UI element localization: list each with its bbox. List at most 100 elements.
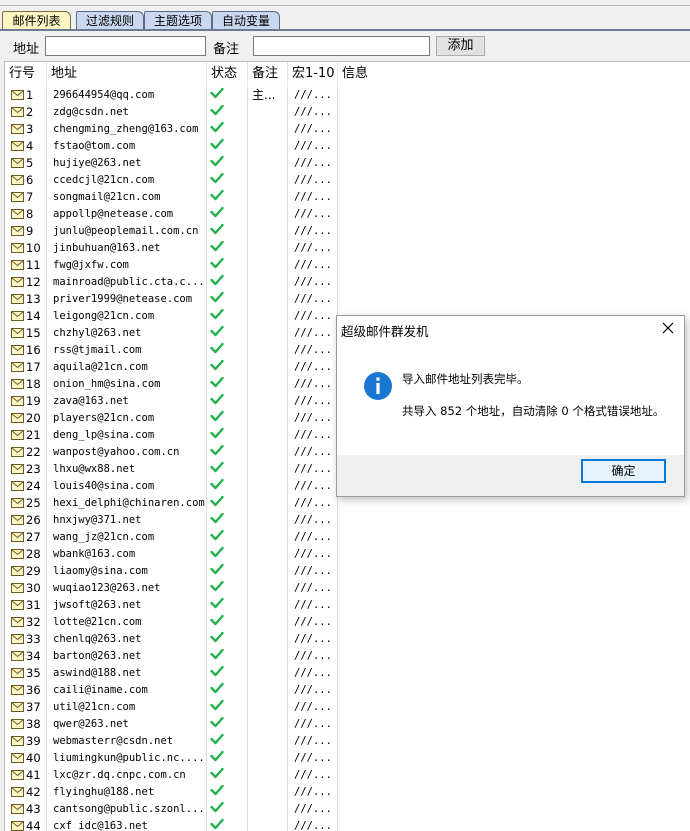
table-row[interactable]: 37util@21cn.com///...	[5, 699, 690, 716]
ok-button[interactable]: 确定	[581, 459, 666, 483]
table-row[interactable]: 25hexi_delphi@chinaren.com///...	[5, 495, 690, 512]
check-icon	[210, 581, 224, 595]
col-header-info[interactable]: 信息	[338, 62, 458, 86]
status-cell	[207, 801, 248, 818]
address-label: 地址	[13, 38, 39, 57]
envelope-icon	[11, 734, 24, 751]
col-header-no[interactable]: 行号	[5, 62, 47, 86]
row-number: 16	[26, 343, 41, 357]
table-row[interactable]: 9junlu@peoplemail.com.cn///...	[5, 223, 690, 240]
col-header-status[interactable]: 状态	[207, 62, 248, 86]
check-icon	[210, 156, 224, 170]
row-number-cell: 3	[5, 121, 47, 138]
table-row[interactable]: 32lotte@21cn.com///...	[5, 614, 690, 631]
table-row[interactable]: 11fwg@jxfw.com///...	[5, 257, 690, 274]
info-cell	[338, 699, 690, 716]
table-row[interactable]: 40liumingkun@public.nc....///...	[5, 750, 690, 767]
row-number: 7	[26, 190, 33, 204]
table-row[interactable]: 39webmasterr@csdn.net///...	[5, 733, 690, 750]
top-divider	[0, 5, 690, 6]
table-row[interactable]: 35aswind@188.net///...	[5, 665, 690, 682]
tab-filter-rules[interactable]: 过滤规则	[76, 11, 144, 29]
table-row[interactable]: 29liaomy@sina.com///...	[5, 563, 690, 580]
row-number-cell: 39	[5, 733, 47, 750]
status-cell	[207, 427, 248, 444]
macro-cell: ///...	[288, 410, 338, 427]
table-row[interactable]: 26hnxjwy@371.net///...	[5, 512, 690, 529]
row-number: 36	[26, 683, 41, 697]
status-cell	[207, 376, 248, 393]
table-row[interactable]: 28wbank@163.com///...	[5, 546, 690, 563]
note-cell	[248, 699, 288, 716]
status-cell	[207, 155, 248, 172]
row-number-cell: 4	[5, 138, 47, 155]
table-row[interactable]: 10jinbuhuan@163.net///...	[5, 240, 690, 257]
table-row[interactable]: 36caili@iname.com///...	[5, 682, 690, 699]
macro-cell: ///...	[288, 376, 338, 393]
status-cell	[207, 410, 248, 427]
macro-cell: ///...	[288, 529, 338, 546]
table-row[interactable]: 5hujiye@263.net///...	[5, 155, 690, 172]
col-header-address[interactable]: 地址	[47, 62, 207, 86]
add-button[interactable]: 添加	[436, 36, 485, 56]
envelope-icon	[11, 258, 24, 275]
table-row[interactable]: 2zdg@csdn.net///...	[5, 104, 690, 121]
macro-cell: ///...	[288, 699, 338, 716]
table-row[interactable]: 44cxf idc@163.net///...	[5, 818, 690, 831]
row-number-cell: 40	[5, 750, 47, 767]
note-input[interactable]	[253, 36, 430, 56]
table-row[interactable]: 31jwsoft@263.net///...	[5, 597, 690, 614]
close-icon[interactable]	[660, 320, 676, 336]
row-number-cell: 26	[5, 512, 47, 529]
table-row[interactable]: 6ccedcjl@21cn.com///...	[5, 172, 690, 189]
address-input[interactable]	[45, 36, 206, 56]
envelope-icon	[11, 377, 24, 394]
check-icon	[210, 734, 224, 748]
email-address: onion_hm@sina.com	[47, 376, 207, 393]
email-address: 296644954@qq.com	[47, 87, 207, 104]
macro-cell: ///...	[288, 818, 338, 831]
check-icon	[210, 173, 224, 187]
row-number: 32	[26, 615, 41, 629]
tab-subject-options[interactable]: 主题选项	[144, 11, 212, 29]
table-row[interactable]: 1296644954@qq.com主...///...	[5, 87, 690, 104]
note-cell	[248, 274, 288, 291]
col-header-note[interactable]: 备注	[248, 62, 288, 86]
envelope-icon	[11, 530, 24, 547]
col-header-macro[interactable]: 宏1-10	[288, 62, 338, 86]
row-number: 10	[26, 241, 41, 255]
tab-mail-list[interactable]: 邮件列表	[2, 11, 71, 29]
note-cell	[248, 257, 288, 274]
table-row[interactable]: 7songmail@21cn.com///...	[5, 189, 690, 206]
row-number: 1	[26, 88, 33, 102]
table-row[interactable]: 42flyinghu@188.net///...	[5, 784, 690, 801]
table-row[interactable]: 4fstao@tom.com///...	[5, 138, 690, 155]
table-row[interactable]: 30wuqiao123@263.net///...	[5, 580, 690, 597]
table-row[interactable]: 3chengming_zheng@163.com///...	[5, 121, 690, 138]
table-row[interactable]: 38qwer@263.net///...	[5, 716, 690, 733]
dialog-message-line2: 共导入 852 个地址，自动清除 0 个格式错误地址。	[402, 403, 664, 419]
note-cell	[248, 733, 288, 750]
envelope-icon	[11, 802, 24, 819]
note-cell	[248, 529, 288, 546]
table-row[interactable]: 33chenlq@263.net///...	[5, 631, 690, 648]
table-row[interactable]: 27wang_jz@21cn.com///...	[5, 529, 690, 546]
table-row[interactable]: 41lxc@zr.dq.cnpc.com.cn///...	[5, 767, 690, 784]
table-row[interactable]: 43cantsong@public.szonl...///...	[5, 801, 690, 818]
status-cell	[207, 274, 248, 291]
table-row[interactable]: 12mainroad@public.cta.c...///...	[5, 274, 690, 291]
table-row[interactable]: 34barton@263.net///...	[5, 648, 690, 665]
status-cell	[207, 597, 248, 614]
info-cell	[338, 189, 690, 206]
note-cell	[248, 614, 288, 631]
status-cell	[207, 733, 248, 750]
status-cell	[207, 172, 248, 189]
tab-auto-variables[interactable]: 自动变量	[212, 11, 280, 29]
email-address: liaomy@sina.com	[47, 563, 207, 580]
email-address: wbank@163.com	[47, 546, 207, 563]
macro-cell: ///...	[288, 359, 338, 376]
table-row[interactable]: 13priver1999@netease.com///...	[5, 291, 690, 308]
table-row[interactable]: 8appollp@netease.com///...	[5, 206, 690, 223]
status-cell	[207, 699, 248, 716]
macro-cell: ///...	[288, 138, 338, 155]
